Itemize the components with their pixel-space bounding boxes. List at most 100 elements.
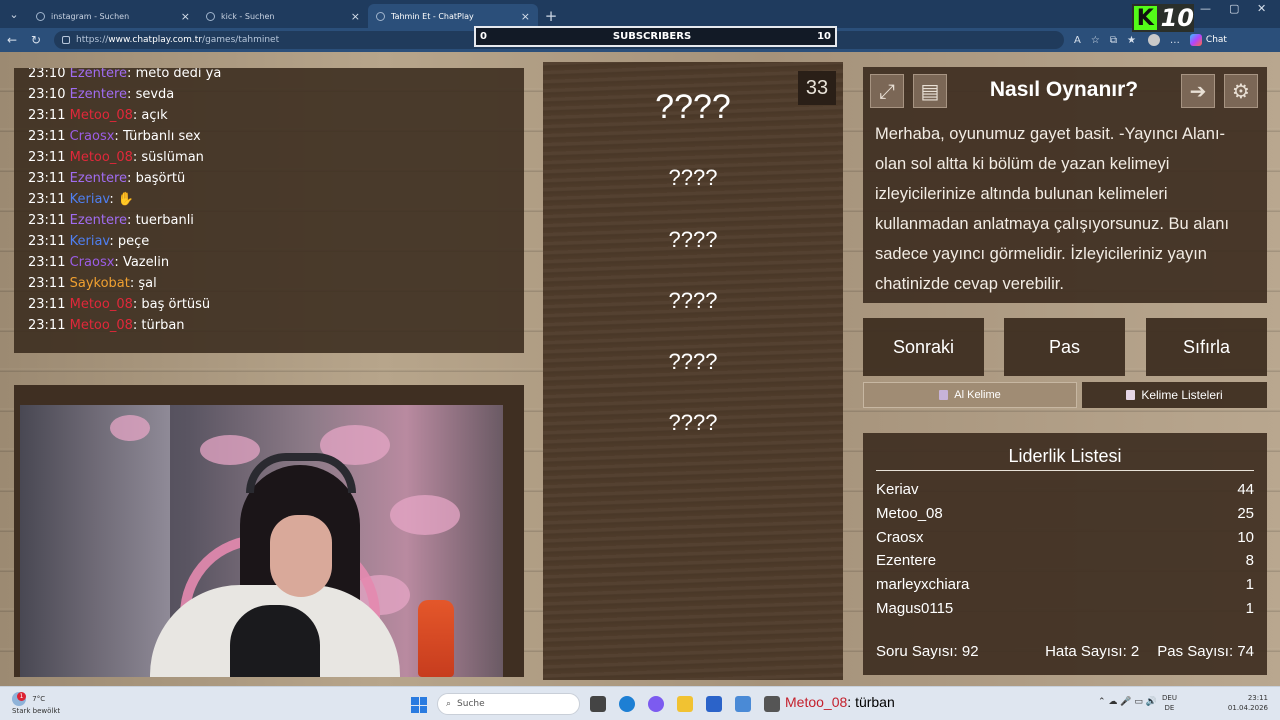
chat-username[interactable]: Ezentere [70,171,127,186]
chat-username[interactable]: Metoo_08 [70,318,133,333]
hidden-taboo-word: ???? [668,410,718,435]
chat-username[interactable]: Keriav [70,234,110,249]
chat-username[interactable]: Metoo_08 [70,150,133,165]
close-window-icon[interactable]: ✕ [1257,2,1266,15]
close-icon[interactable]: × [181,10,190,23]
minimize-icon[interactable]: — [1200,2,1211,15]
lock-icon [62,36,70,44]
app-icon[interactable] [735,696,751,712]
chat-timestamp: 23:11 [28,255,66,270]
reload-icon[interactable]: ↻ [24,33,48,47]
maximize-icon[interactable]: ▢ [1229,2,1239,15]
pass-button[interactable]: Pas [1004,318,1125,376]
player-name: Craosx [876,529,924,546]
reset-button[interactable]: Sıfırla [1146,318,1267,376]
new-tab-plus-icon[interactable]: + [538,4,564,28]
get-word-label: Al Kelime [954,389,1001,401]
fullscreen-icon[interactable]: ⤢ [870,74,904,108]
tab-actions-chevron-icon[interactable]: ⌄ [0,0,28,28]
chat-username[interactable]: Metoo_08 [70,108,133,123]
copilot-app-icon[interactable] [648,696,664,712]
logout-arrow-icon[interactable]: ➔ [1181,74,1215,108]
chat-text: peçe [117,234,150,249]
player-name: Keriav [876,481,919,498]
taskbar-search-input[interactable]: ⌕ Suche [437,693,580,715]
edge-browser-icon[interactable] [619,696,635,712]
keyboard-language[interactable]: DEU DE [1162,693,1177,713]
chat-message: 23:11 Keriav: peçe [28,234,150,249]
get-word-tab[interactable]: Al Kelime [863,382,1077,408]
leaderboard-divider [876,470,1254,471]
chat-timestamp: 23:11 [28,234,66,249]
more-options-icon[interactable]: … [1170,35,1180,46]
tab-title: kick - Suchen [221,11,275,21]
task-view-icon[interactable] [590,696,606,712]
player-score: 25 [1237,505,1254,522]
leaderboard-row: marleyxchiara 1 [876,576,1254,598]
back-arrow-icon[interactable]: ← [0,33,24,47]
chat-username[interactable]: Ezentere [70,213,127,228]
subscribers-label: SUBSCRIBERS [612,31,692,42]
chat-username[interactable]: Craosx [70,129,115,144]
list-icon [1126,390,1136,400]
copilot-chat-button[interactable]: Chat [1189,34,1227,46]
chat-message: 23:11 Craosx: Vazelin [28,255,170,270]
chat-username[interactable]: Ezentere [70,68,127,81]
close-icon[interactable]: × [521,10,530,23]
chat-timestamp: 23:10 [28,87,66,102]
favorites-list-icon[interactable]: ★ [1127,35,1136,46]
howto-title: Nasıl Oynanır? [989,78,1139,101]
windows-taskbar: 7°C Stark bewölkt ⌕ Suche ⌃ ☁ 🎤 ▭ 🔊 DEU … [0,686,1280,720]
tab-kick[interactable]: kick - Suchen × [198,4,368,28]
player-score: 44 [1237,481,1254,498]
player-name: Ezentere [876,552,937,569]
howto-description: Merhaba, oyunumuz gayet basit. -Yayıncı … [863,113,1267,303]
extensions-icon[interactable]: ⧉ [1110,35,1117,46]
chat-message: 23:11 Metoo_08: türban [28,318,185,333]
kick-logo-icon: K [1134,6,1157,31]
chatplay-favicon-icon [376,11,385,21]
chat-username[interactable]: Metoo_08 [70,297,133,312]
windows-start-icon[interactable] [411,697,427,713]
favorite-star-icon[interactable]: ☆ [1091,35,1100,46]
player-name: Magus0115 [876,600,954,617]
document-icon[interactable]: ▤ [913,74,947,108]
kick-follower-badge: K 10 [1132,4,1194,32]
gear-icon[interactable]: ⚙ [1224,74,1258,108]
lang-code: DEU [1162,694,1177,702]
chat-timestamp: 23:10 [28,68,66,81]
search-icon [206,11,215,21]
hidden-taboo-word: ???? [668,165,718,190]
next-button[interactable]: Sonraki [863,318,984,376]
profile-avatar[interactable] [1147,34,1160,46]
player-name: marleyxchiara [876,576,970,593]
url-path: /games/tahminet [202,35,280,45]
app-icon[interactable] [764,696,780,712]
chat-username[interactable]: Craosx [70,255,115,270]
chat-message: 23:11 Metoo_08: baş örtüsü [28,297,211,312]
chat-message: 23:11 Craosx: Türbanlı sex [28,129,201,144]
word-lists-tab[interactable]: Kelime Listeleri [1082,382,1267,408]
chat-text: baş örtüsü [141,297,211,312]
taskbar-clock[interactable]: 23:11 01.04.2026 [1224,693,1268,713]
clock-date: 01.04.2026 [1227,704,1268,712]
chat-text: Türbanlı sex [122,129,201,144]
chat-username[interactable]: Keriav [70,192,110,207]
chat-username[interactable]: Ezentere [70,87,127,102]
chat-text: türban [141,318,185,333]
read-aloud-icon[interactable]: A [1074,35,1081,46]
chat-username[interactable]: Saykobat [70,276,130,291]
close-icon[interactable]: × [351,10,360,23]
tab-instagram[interactable]: instagram - Suchen × [28,4,198,28]
store-icon[interactable] [706,696,722,712]
file-explorer-icon[interactable] [677,696,693,712]
chat-text: sevda [135,87,175,102]
chat-timestamp: 23:11 [28,150,66,165]
system-tray[interactable]: ⌃ ☁ 🎤 ▭ 🔊 [1098,697,1157,707]
search-icon: ⌕ [446,699,452,709]
chat-message: 23:11 Ezentere: başörtü [28,171,186,186]
word-lists-label: Kelime Listeleri [1141,388,1223,402]
browser-tab-bar: ⌄ instagram - Suchen × kick - Suchen × T… [0,0,1280,28]
tab-chatplay[interactable]: Tahmin Et - ChatPlay × [368,4,538,28]
chat-timestamp: 23:11 [28,318,66,333]
